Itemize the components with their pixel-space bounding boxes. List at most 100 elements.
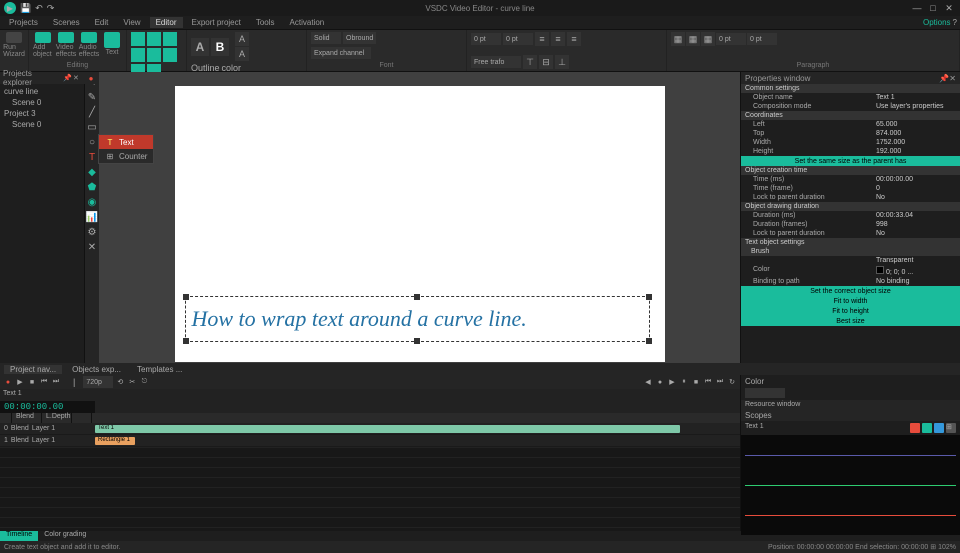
tool-btn[interactable] <box>163 32 177 46</box>
panel-close[interactable]: ✕ <box>949 74 956 83</box>
expand-select[interactable]: Expand channel <box>311 47 371 59</box>
menu-export[interactable]: Export project <box>186 17 247 28</box>
valign-bot[interactable]: ⊥ <box>555 55 569 69</box>
res-select[interactable]: 720p <box>83 376 113 388</box>
font-shape-select[interactable]: Obround <box>343 32 376 44</box>
audio-effects-button[interactable]: Audio effects <box>79 32 99 58</box>
tree-scene[interactable]: Scene 0 <box>2 97 82 108</box>
resize-handle[interactable] <box>414 294 420 300</box>
timeline-clip-rect[interactable]: Rectangle 1 <box>95 437 135 445</box>
prop-lock2[interactable]: No <box>876 230 956 237</box>
prop-cat-drawing[interactable]: Object drawing duration <box>741 202 960 211</box>
tab-project-nav[interactable]: Project nav... <box>4 365 62 374</box>
text-effects-button[interactable]: Text <box>102 32 122 58</box>
align-center[interactable]: ≡ <box>551 32 565 46</box>
qat-save[interactable]: 💾 <box>20 3 31 14</box>
trafo-select[interactable]: Free trafo <box>471 56 521 68</box>
tl-btn[interactable]: ■ <box>691 377 701 387</box>
para-btn[interactable]: ▦ <box>701 32 715 46</box>
chart-tool[interactable]: 📊 <box>86 211 98 223</box>
help-link[interactable]: ? <box>953 18 957 27</box>
prop-cat-coords[interactable]: Coordinates <box>741 111 960 120</box>
font-inc[interactable]: A <box>235 47 249 61</box>
valign-top[interactable]: ⊤ <box>523 55 537 69</box>
prop-color[interactable]: 0; 0; 0 ... <box>876 266 956 276</box>
prop-cat-common[interactable]: Common settings <box>741 84 960 93</box>
video-effects-button[interactable]: Video effects <box>56 32 76 58</box>
tab-objects-exp[interactable]: Objects exp... <box>66 365 127 374</box>
tl-btn[interactable]: ✂ <box>127 377 137 387</box>
prop-cat-brush[interactable]: Brush <box>741 247 960 256</box>
tl-btn[interactable]: ⏸ <box>679 377 689 387</box>
tool-btn[interactable] <box>147 32 161 46</box>
prop-left[interactable]: 65.000 <box>876 121 956 128</box>
text-style-b[interactable]: B <box>211 38 229 56</box>
line-tool[interactable]: ╱ <box>86 106 98 118</box>
fit-width-button[interactable]: Fit to width <box>741 296 960 306</box>
pt1[interactable]: 0 pt <box>471 33 501 45</box>
tl-next[interactable]: ⏭ <box>51 377 61 387</box>
scope-g[interactable] <box>922 423 932 433</box>
resize-handle[interactable] <box>183 338 189 344</box>
para-btn[interactable]: ▦ <box>686 32 700 46</box>
prop-brush-type[interactable]: Transparent <box>876 257 956 264</box>
bottom-tab-color-grading[interactable]: Color grading <box>38 531 92 541</box>
tl-play[interactable]: ▶ <box>15 377 25 387</box>
prop-cat-creation[interactable]: Object creation time <box>741 166 960 175</box>
prop-time-ms[interactable]: 00:00:00.00 <box>876 176 956 183</box>
timeline-ruler[interactable] <box>95 401 740 413</box>
timeline-clip-text[interactable]: Text 1 <box>95 425 680 433</box>
prop-time-frame[interactable]: 0 <box>876 185 956 192</box>
para-btn[interactable]: ▦ <box>671 32 685 46</box>
tl-btn[interactable]: ● <box>655 377 665 387</box>
prop-dur-frames[interactable]: 998 <box>876 221 956 228</box>
prop-binding[interactable]: No binding <box>876 278 956 285</box>
tl-btn[interactable]: ◀ <box>643 377 653 387</box>
prop-top[interactable]: 874.000 <box>876 130 956 137</box>
timeline-tab[interactable]: Text 1 <box>0 389 95 401</box>
align-left[interactable]: ≡ <box>535 32 549 46</box>
menu-editor[interactable]: Editor <box>150 17 183 28</box>
prop-height[interactable]: 192.000 <box>876 148 956 155</box>
tl-btn[interactable]: ⏭ <box>715 377 725 387</box>
panel-pin[interactable]: 📌 <box>63 74 71 82</box>
text-tool[interactable]: T <box>86 151 98 163</box>
tl-rec[interactable]: ● <box>3 377 13 387</box>
menu-activation[interactable]: Activation <box>284 17 331 28</box>
tree-project[interactable]: curve line <box>2 86 82 97</box>
ctx-counter[interactable]: ⊞ Counter <box>99 149 153 163</box>
text-style-a1[interactable]: A <box>191 38 209 56</box>
canvas-text-content[interactable]: How to wrap text around a curve line. <box>186 306 527 332</box>
resize-handle[interactable] <box>414 338 420 344</box>
set-same-size-button[interactable]: Set the same size as the parent has <box>741 156 960 166</box>
tool-btn[interactable] <box>131 48 145 62</box>
correct-size-button[interactable]: Set the correct object size <box>741 286 960 296</box>
text-object-selection[interactable]: How to wrap text around a curve line. <box>185 296 650 342</box>
run-wizard-button[interactable]: Run Wizard <box>4 32 24 58</box>
rect-tool[interactable]: ▭ <box>86 121 98 133</box>
minimize-button[interactable]: — <box>910 2 924 14</box>
menu-tools[interactable]: Tools <box>250 17 281 28</box>
maximize-button[interactable]: □ <box>926 2 940 14</box>
add-object-button[interactable]: Add object <box>33 32 53 58</box>
menu-edit[interactable]: Edit <box>89 17 115 28</box>
scopes-selection[interactable]: Text 1 <box>745 423 764 433</box>
ctx-text[interactable]: T Text <box>99 135 153 149</box>
tree-scene[interactable]: Scene 0 <box>2 119 82 130</box>
font-dec[interactable]: A <box>235 32 249 46</box>
prop-comp-mode[interactable]: Use layer's properties <box>876 103 956 110</box>
scope-blend[interactable]: ⊞ <box>946 423 956 433</box>
shape3-tool[interactable]: ◉ <box>86 196 98 208</box>
tree-project[interactable]: Project 3 <box>2 108 82 119</box>
panel-close[interactable]: ✕ <box>73 74 81 82</box>
para-pt[interactable]: 0 pt <box>747 33 777 45</box>
scope-r[interactable] <box>910 423 920 433</box>
prop-lock[interactable]: No <box>876 194 956 201</box>
color-swatch[interactable] <box>745 388 785 398</box>
resize-handle[interactable] <box>646 338 652 344</box>
ellipse-tool[interactable]: ○ <box>86 136 98 148</box>
resize-handle[interactable] <box>183 294 189 300</box>
tb-delete[interactable]: ● <box>86 73 96 83</box>
scope-b[interactable] <box>934 423 944 433</box>
prop-cat-textobj[interactable]: Text object settings <box>741 238 960 247</box>
